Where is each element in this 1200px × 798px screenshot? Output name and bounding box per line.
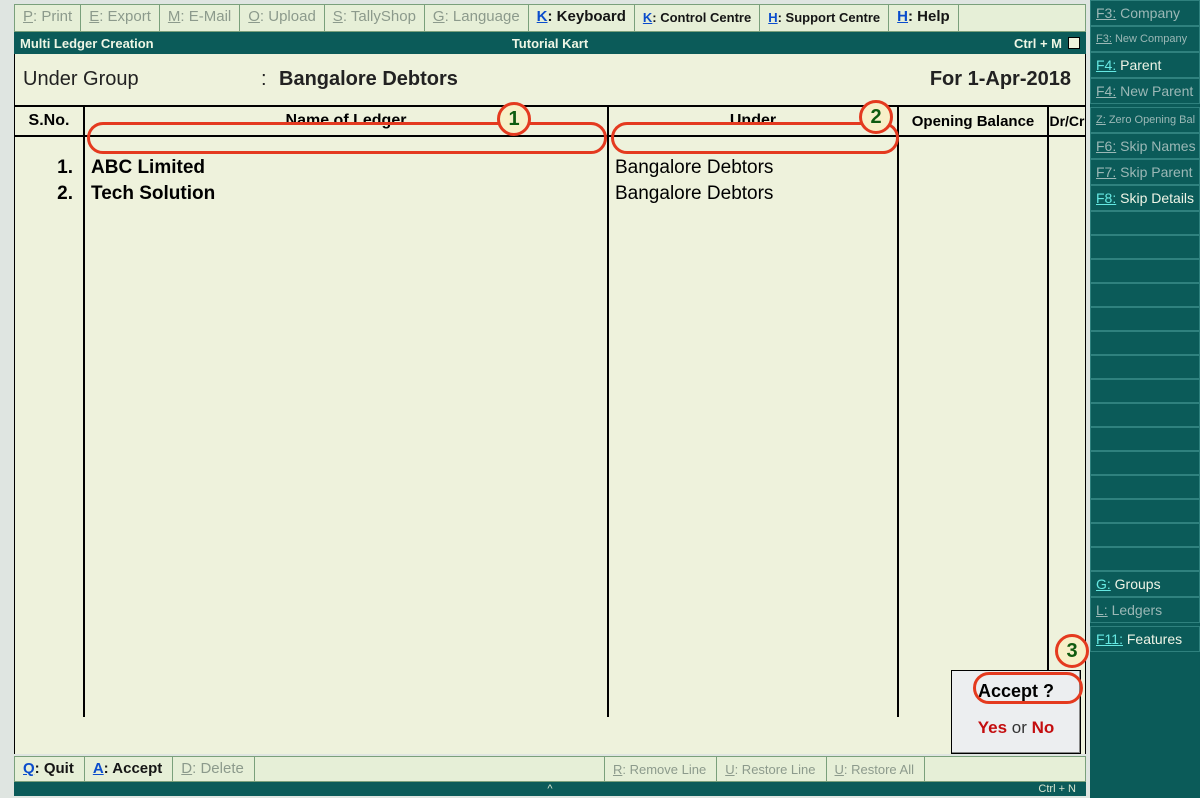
side-empty [1090, 211, 1200, 235]
col-sno: 1.2. [15, 137, 85, 717]
annotation-marker-3: 3 [1055, 634, 1089, 668]
side-empty [1090, 427, 1200, 451]
col-drcr[interactable] [1049, 137, 1085, 717]
side-empty [1090, 403, 1200, 427]
strip-left: Multi Ledger Creation [20, 36, 154, 51]
menu-tallyshop: S: TallyShop [325, 5, 425, 31]
annotation-halo-3 [973, 672, 1083, 704]
col-opening-balance[interactable] [899, 137, 1049, 717]
side-groups[interactable]: G: Groups [1090, 571, 1200, 597]
bottom-delete: D: Delete [173, 757, 255, 781]
ledger-table-body: 1.2. ABC LimitedTech Solution Bangalore … [15, 137, 1085, 717]
menu-upload: O: Upload [240, 5, 325, 31]
bottom-restore-line: U: Restore Line [717, 757, 826, 781]
side-new-company: F3: New Company [1090, 26, 1200, 52]
menu-keyboard[interactable]: K: Keyboard [529, 5, 635, 31]
side-empty [1090, 259, 1200, 283]
menu-support-centre[interactable]: H: Support Centre [760, 5, 889, 31]
col-name[interactable]: ABC LimitedTech Solution [85, 137, 609, 717]
side-company: F3: Company [1090, 0, 1200, 26]
annotation-halo-2 [611, 122, 899, 154]
bottom-spacer [255, 757, 605, 781]
side-skip-names: F6: Skip Names [1090, 133, 1200, 159]
ledger-name-cell[interactable]: ABC Limited [91, 155, 607, 181]
bottom-remove-line: R: Remove Line [605, 757, 717, 781]
col-under[interactable]: Bangalore DebtorsBangalore Debtors [609, 137, 899, 717]
work-area: Under Group : Bangalore Debtors For 1-Ap… [14, 54, 1086, 754]
title-strip: Multi Ledger Creation Tutorial Kart Ctrl… [14, 32, 1086, 54]
menu-export: E: Export [81, 5, 160, 31]
menu-control-centre[interactable]: K: Control Centre [635, 5, 760, 31]
ledger-under-cell[interactable]: Bangalore Debtors [615, 155, 897, 181]
minimize-box[interactable] [1068, 37, 1080, 49]
bottom-accept[interactable]: A: Accept [85, 757, 173, 781]
menu-print: P: Print [15, 5, 81, 31]
side-ledgers: L: Ledgers [1090, 597, 1200, 623]
side-empty [1090, 475, 1200, 499]
bottom-spacer [925, 757, 1085, 781]
annotation-marker-1: 1 [497, 102, 531, 136]
header-drcr: Dr/Cr [1049, 107, 1085, 135]
under-group-label: Under Group [23, 68, 261, 91]
side-features[interactable]: F11: Features [1090, 626, 1200, 652]
side-empty [1090, 355, 1200, 379]
accept-no[interactable]: No [1032, 718, 1055, 737]
side-empty [1090, 379, 1200, 403]
accept-or: or [1012, 718, 1032, 737]
row-sno: 1. [15, 155, 73, 181]
bottom-menu: Q: QuitA: AcceptD: DeleteR: Remove LineU… [14, 756, 1086, 782]
side-empty [1090, 451, 1200, 475]
ledger-name-cell[interactable]: Tech Solution [91, 181, 607, 207]
strip-center: Tutorial Kart [512, 36, 588, 51]
side-empty [1090, 523, 1200, 547]
ledger-under-cell[interactable]: Bangalore Debtors [615, 181, 897, 207]
strip-shortcut: Ctrl + M [1014, 36, 1062, 51]
under-group-value: Bangalore Debtors [279, 68, 458, 91]
side-zero-opening-bal: Z: Zero Opening Bal [1090, 107, 1200, 133]
side-empty [1090, 283, 1200, 307]
side-skip-details[interactable]: F8: Skip Details [1090, 185, 1200, 211]
annotation-marker-2: 2 [859, 100, 893, 134]
side-empty [1090, 331, 1200, 355]
side-new-parent: F4: New Parent [1090, 78, 1200, 104]
bottom-restore-all: U: Restore All [827, 757, 925, 781]
side-empty [1090, 307, 1200, 331]
side-button-panel: F3: CompanyF3: New CompanyF4: ParentF4: … [1090, 0, 1200, 798]
header-opening-balance: Opening Balance [899, 107, 1049, 135]
calculator-strip[interactable]: ^ Ctrl + N [14, 782, 1086, 796]
colon: : [261, 68, 279, 91]
bottom-quit[interactable]: Q: Quit [15, 757, 85, 781]
side-empty [1090, 547, 1200, 571]
side-parent[interactable]: F4: Parent [1090, 52, 1200, 78]
menu-e-mail: M: E-Mail [160, 5, 240, 31]
caret-up-icon: ^ [547, 783, 552, 795]
sub-header: Under Group : Bangalore Debtors For 1-Ap… [15, 54, 1085, 105]
side-empty [1090, 499, 1200, 523]
menu-help[interactable]: H: Help [889, 5, 959, 31]
side-skip-parent: F7: Skip Parent [1090, 159, 1200, 185]
menu-language: G: Language [425, 5, 529, 31]
side-empty [1090, 235, 1200, 259]
top-menu: P: PrintE: ExportM: E-MailO: UploadS: Ta… [14, 4, 1086, 32]
as-on-date: For 1-Apr-2018 [930, 68, 1071, 91]
header-sno: S.No. [15, 107, 85, 135]
accept-yes[interactable]: Yes [978, 718, 1007, 737]
calc-shortcut: Ctrl + N [1038, 783, 1076, 795]
row-sno: 2. [15, 181, 73, 207]
